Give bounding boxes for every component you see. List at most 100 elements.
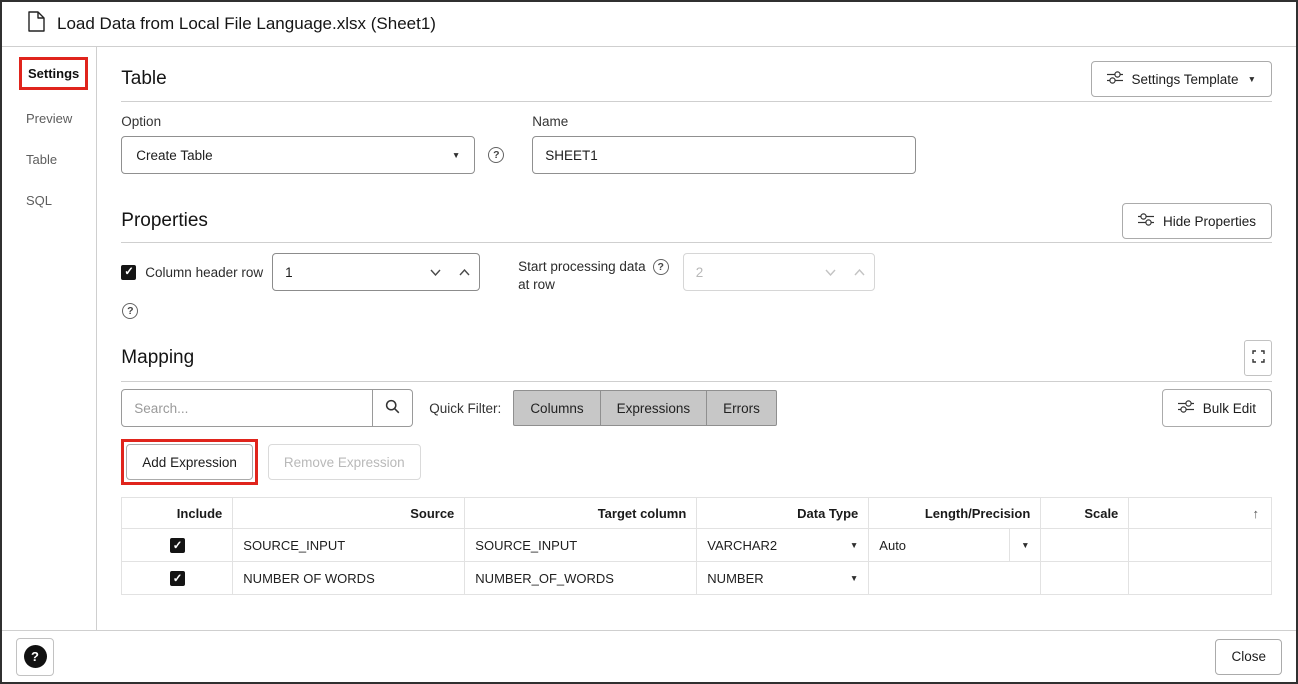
quick-filter-group: Columns Expressions Errors [513,390,777,426]
option-help-icon[interactable]: ? [488,147,504,163]
bulk-edit-button[interactable]: Bulk Edit [1162,389,1272,427]
sidebar: Settings Preview Table SQL [2,47,97,630]
data-type-value: NUMBER [707,571,763,586]
name-label: Name [532,114,916,129]
sidebar-item-preview[interactable]: Preview [2,98,96,139]
dialog-footer: ? Close [2,630,1296,682]
cell-scale[interactable] [1041,562,1129,595]
chevron-down-icon[interactable]: ▼ [850,541,858,550]
name-input[interactable] [532,136,916,174]
column-header-row-spinner [272,253,480,291]
length-precision-dropdown-button[interactable]: ▼ [1009,529,1040,561]
mapping-section-divider [121,381,1272,382]
grid-header-row: Include Source Target column Data Type L… [122,498,1272,529]
cell-data-type[interactable]: NUMBER ▼ [697,562,869,595]
mapping-section-heading: Mapping [121,347,194,369]
table-row: SOURCE_INPUT SOURCE_INPUT VARCHAR2 ▼ Aut… [122,529,1272,562]
settings-template-label: Settings Template [1132,72,1239,87]
help-button[interactable]: ? [16,638,54,676]
option-selected-value: Create Table [136,148,212,163]
search-button[interactable] [373,389,413,427]
start-processing-label-line2: at row [518,277,555,292]
cell-extra [1129,562,1272,595]
sort-ascending-icon: ↑ [1253,506,1260,521]
add-expression-button[interactable]: Add Expression [126,444,253,480]
filter-expressions-button[interactable]: Expressions [600,390,708,426]
column-header-target-column[interactable]: Target column [465,498,697,529]
spinner-decrement-button [816,254,845,290]
cell-data-type[interactable]: VARCHAR2 ▼ [697,529,869,562]
column-header-scale[interactable]: Scale [1041,498,1129,529]
properties-section-divider [121,242,1272,243]
cell-length-precision[interactable] [869,562,1041,595]
sidebar-item-table[interactable]: Table [2,139,96,180]
sliders-icon [1178,400,1194,416]
sliders-icon [1107,71,1123,87]
option-label: Option [121,114,504,129]
cell-extra [1129,529,1272,562]
name-field: Name [532,114,916,174]
cell-scale[interactable] [1041,529,1129,562]
chevron-down-icon: ▼ [452,151,460,160]
search-input[interactable] [121,389,373,427]
cell-source: NUMBER OF WORDS [233,562,465,595]
length-precision-value: Auto [879,538,906,553]
start-processing-label: Start processing data ? at row [518,253,669,294]
start-processing-spinner [683,253,875,291]
table-row: NUMBER OF WORDS NUMBER_OF_WORDS NUMBER ▼ [122,562,1272,595]
column-header-row-help-icon[interactable]: ? [122,303,138,319]
chevron-down-icon: ▼ [1248,75,1256,84]
annotation-box-settings: Settings [19,57,88,90]
option-field: Option Create Table ▼ ? [121,114,504,174]
column-header-length-precision[interactable]: Length/Precision [869,498,1041,529]
column-header-include[interactable]: Include [122,498,233,529]
load-data-dialog: Load Data from Local File Language.xlsx … [0,0,1298,684]
spinner-decrement-button[interactable] [421,254,450,290]
annotation-box-add-expression: Add Expression [121,439,258,485]
filter-columns-button[interactable]: Columns [513,390,600,426]
close-button[interactable]: Close [1215,639,1282,675]
data-type-value: VARCHAR2 [707,538,777,553]
column-header-row-field: Column header row ? [121,253,480,319]
sidebar-item-sql[interactable]: SQL [2,180,96,221]
cell-length-precision[interactable]: Auto ▼ [869,529,1041,562]
option-select[interactable]: Create Table ▼ [121,136,475,174]
sort-column-header[interactable]: ↑ [1129,498,1272,529]
dialog-titlebar: Load Data from Local File Language.xlsx … [2,2,1296,47]
search-icon [385,399,400,417]
properties-section-heading: Properties [121,210,208,232]
cell-include [122,562,233,595]
mapping-grid: Include Source Target column Data Type L… [121,497,1272,595]
settings-panel: Table Settings Template ▼ [97,47,1296,630]
column-header-row-input[interactable] [273,265,421,280]
start-processing-field: Start processing data ? at row [518,253,875,294]
include-checkbox[interactable] [170,571,185,586]
cell-target-column[interactable]: SOURCE_INPUT [465,529,697,562]
chevron-down-icon: ▼ [1021,541,1029,550]
sidebar-item-settings[interactable]: Settings [28,66,79,81]
column-header-data-type[interactable]: Data Type [697,498,869,529]
filter-errors-button[interactable]: Errors [706,390,777,426]
table-section-heading: Table [121,68,166,90]
chevron-down-icon[interactable]: ▼ [850,574,858,583]
hide-properties-button[interactable]: Hide Properties [1122,203,1272,239]
sliders-icon [1138,213,1154,229]
start-processing-help-icon[interactable]: ? [653,259,669,275]
column-header-row-checkbox[interactable] [121,265,136,280]
dialog-title: Load Data from Local File Language.xlsx … [57,14,436,34]
hide-properties-label: Hide Properties [1163,214,1256,229]
maximize-button[interactable] [1244,340,1272,376]
help-icon: ? [24,645,47,668]
column-header-source[interactable]: Source [233,498,465,529]
bulk-edit-label: Bulk Edit [1203,401,1256,416]
quick-filter-label: Quick Filter: [429,401,501,416]
table-section-divider [121,101,1272,102]
spinner-increment-button[interactable] [450,254,479,290]
include-checkbox[interactable] [170,538,185,553]
file-icon [28,11,45,37]
column-header-row-label: Column header row [145,265,263,280]
start-processing-input [684,265,816,280]
cell-target-column[interactable]: NUMBER_OF_WORDS [465,562,697,595]
settings-template-button[interactable]: Settings Template ▼ [1091,61,1273,97]
cell-include [122,529,233,562]
